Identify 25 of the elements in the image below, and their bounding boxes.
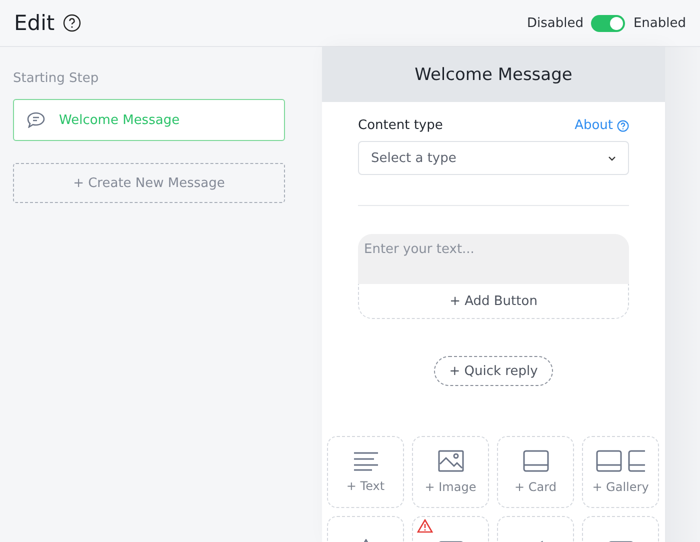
- image-tile[interactable]: + Image: [412, 436, 489, 508]
- image-icon: [438, 450, 464, 472]
- gallery-tile[interactable]: + Gallery: [582, 436, 659, 508]
- quick-reply-button[interactable]: + Quick reply: [434, 356, 553, 386]
- page-title: Edit: [14, 11, 55, 35]
- card-tile[interactable]: + Card: [497, 436, 574, 508]
- add-button[interactable]: + Add Button: [358, 284, 629, 319]
- step-item[interactable]: Welcome Message: [13, 99, 285, 141]
- text-tile[interactable]: + Text: [327, 436, 404, 508]
- panel-title: Welcome Message: [322, 47, 665, 102]
- toggle-off-label: Disabled: [526, 16, 584, 30]
- card-icon: [522, 450, 548, 472]
- lines-icon: [352, 451, 378, 471]
- create-message-button[interactable]: + Create New Message: [13, 163, 285, 203]
- chat-bubble-icon: [27, 112, 45, 128]
- section-heading: Starting Step: [13, 71, 100, 86]
- about-link[interactable]: About: [574, 118, 629, 133]
- toggle-on-label: Enabled: [633, 16, 686, 30]
- content-type-label: Content type: [358, 118, 443, 133]
- message-text-field[interactable]: Enter your text...: [358, 234, 629, 284]
- content-type-select[interactable]: Select a type: [358, 141, 629, 175]
- help-icon[interactable]: [62, 14, 81, 32]
- gallery-icon: [596, 450, 646, 472]
- chevron-down-icon: [608, 156, 616, 160]
- enable-toggle[interactable]: [591, 14, 626, 32]
